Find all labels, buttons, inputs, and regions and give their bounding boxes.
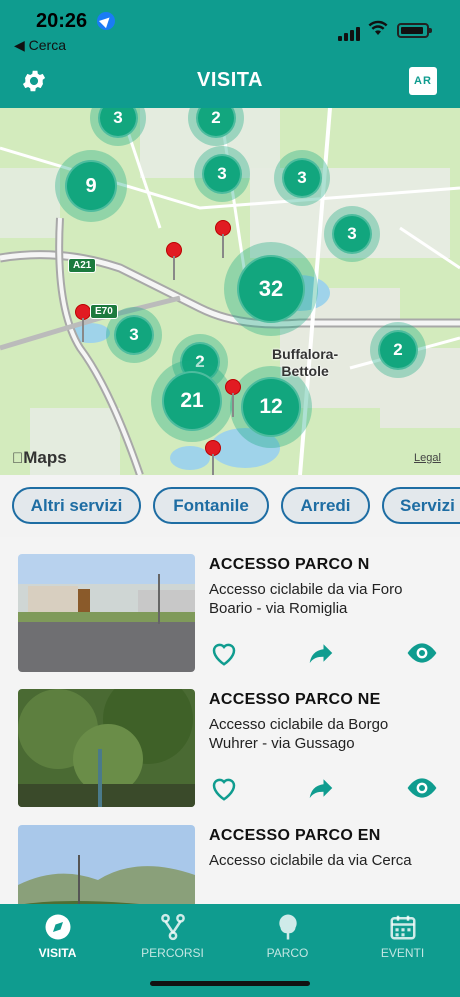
place-title: ACCESSO PARCO NE [209, 691, 381, 708]
tree-icon [279, 914, 297, 940]
place-photo [18, 554, 195, 672]
places-list[interactable]: ACCESSO PARCO N Accesso ciclabile da via… [0, 537, 460, 904]
list-item[interactable]: ACCESSO PARCO N Accesso ciclabile da via… [0, 537, 460, 673]
cluster-count: 32 [237, 255, 305, 323]
filter-chip-altri-servizi[interactable]: Altri servizi [12, 487, 141, 524]
calendar-icon [390, 915, 416, 940]
filter-chips: Altri servizi Fontanile Arredi Servizi [0, 475, 460, 537]
cluster-count: 3 [332, 214, 372, 254]
filter-chip-fontanile[interactable]: Fontanile [153, 487, 269, 524]
map-cluster[interactable]: 21 [151, 360, 233, 442]
map-pin[interactable] [225, 379, 241, 419]
place-photo [18, 825, 195, 904]
tab-label: PERCORSI [141, 946, 204, 960]
tab-label: PARCO [266, 946, 309, 960]
cluster-count: 3 [202, 154, 242, 194]
road-badge-a21: A21 [68, 258, 97, 273]
place-label: Buffalora- Bettole [272, 346, 339, 379]
map-cluster[interactable]: 32 [224, 242, 318, 336]
tab-visita[interactable]: VISITA [0, 904, 115, 974]
location-arrow-icon [97, 12, 115, 30]
maps-logo: Maps [12, 448, 67, 467]
map-cluster[interactable]: 3 [324, 206, 380, 262]
filter-chip-arredi[interactable]: Arredi [281, 487, 370, 524]
cluster-count: 2 [196, 108, 236, 138]
back-to-app-link[interactable]: ◀ Cerca [14, 37, 66, 54]
cluster-count: 9 [65, 160, 117, 212]
home-indicator [150, 981, 310, 986]
status-bar: 20:26 ◀ Cerca [0, 0, 460, 58]
eye-icon[interactable] [404, 638, 440, 668]
tab-eventi[interactable]: EVENTI [345, 904, 460, 974]
place-photo [18, 689, 195, 807]
cluster-count: 3 [98, 108, 138, 138]
tab-percorsi[interactable]: PERCORSI [115, 904, 230, 974]
list-item[interactable]: ACCESSO PARCO EN Accesso ciclabile da vi… [0, 808, 460, 904]
filter-chip-servizi[interactable]: Servizi [382, 487, 460, 524]
status-time: 20:26 [36, 10, 88, 32]
cluster-count: 12 [241, 377, 301, 437]
route-icon [161, 913, 185, 941]
eye-icon[interactable] [404, 773, 440, 803]
cluster-count: 21 [162, 371, 222, 431]
battery-icon [397, 23, 432, 38]
cluster-count: 3 [114, 315, 154, 355]
share-icon[interactable] [306, 638, 336, 668]
tab-label: VISITA [38, 946, 77, 960]
map-cluster[interactable]: 3 [274, 150, 330, 206]
page-title: VISITA [197, 69, 263, 91]
place-description: Accesso ciclabile da Borgo Wuhrer - via … [209, 716, 389, 752]
tab-parco[interactable]: PARCO [230, 904, 345, 974]
wifi-icon [368, 20, 388, 35]
app-header: VISITA AR [0, 58, 460, 108]
cluster-count: 3 [282, 158, 322, 198]
tab-label: EVENTI [380, 946, 425, 960]
map-pin[interactable] [166, 242, 182, 282]
place-title: ACCESSO PARCO N [209, 556, 370, 573]
map-pin[interactable] [215, 220, 231, 260]
share-icon[interactable] [306, 773, 336, 803]
road-badge-e70: E70 [90, 304, 118, 319]
place-title: ACCESSO PARCO EN [209, 827, 381, 844]
place-description: Accesso ciclabile da via Foro Boario - v… [209, 581, 403, 617]
heart-icon[interactable] [209, 638, 239, 668]
legal-link[interactable]: Legal [414, 452, 441, 464]
map-view[interactable]: 3 2 9 3 3 3 32 3 2 2 21 12 A21 E70 Buffa… [0, 108, 460, 475]
heart-icon[interactable] [209, 773, 239, 803]
map-cluster[interactable]: 9 [55, 150, 127, 222]
map-cluster[interactable]: 3 [194, 146, 250, 202]
map-pin[interactable] [205, 440, 221, 475]
map-pin[interactable] [75, 304, 91, 344]
list-item[interactable]: ACCESSO PARCO NE Accesso ciclabile da Bo… [0, 672, 460, 808]
compass-icon [45, 914, 71, 940]
cluster-count: 2 [378, 330, 418, 370]
place-description: Accesso ciclabile da via Cerca [209, 852, 412, 869]
cellular-signal-icon [338, 23, 362, 41]
map-cluster[interactable]: 2 [370, 322, 426, 378]
ar-button[interactable]: AR [409, 67, 437, 95]
